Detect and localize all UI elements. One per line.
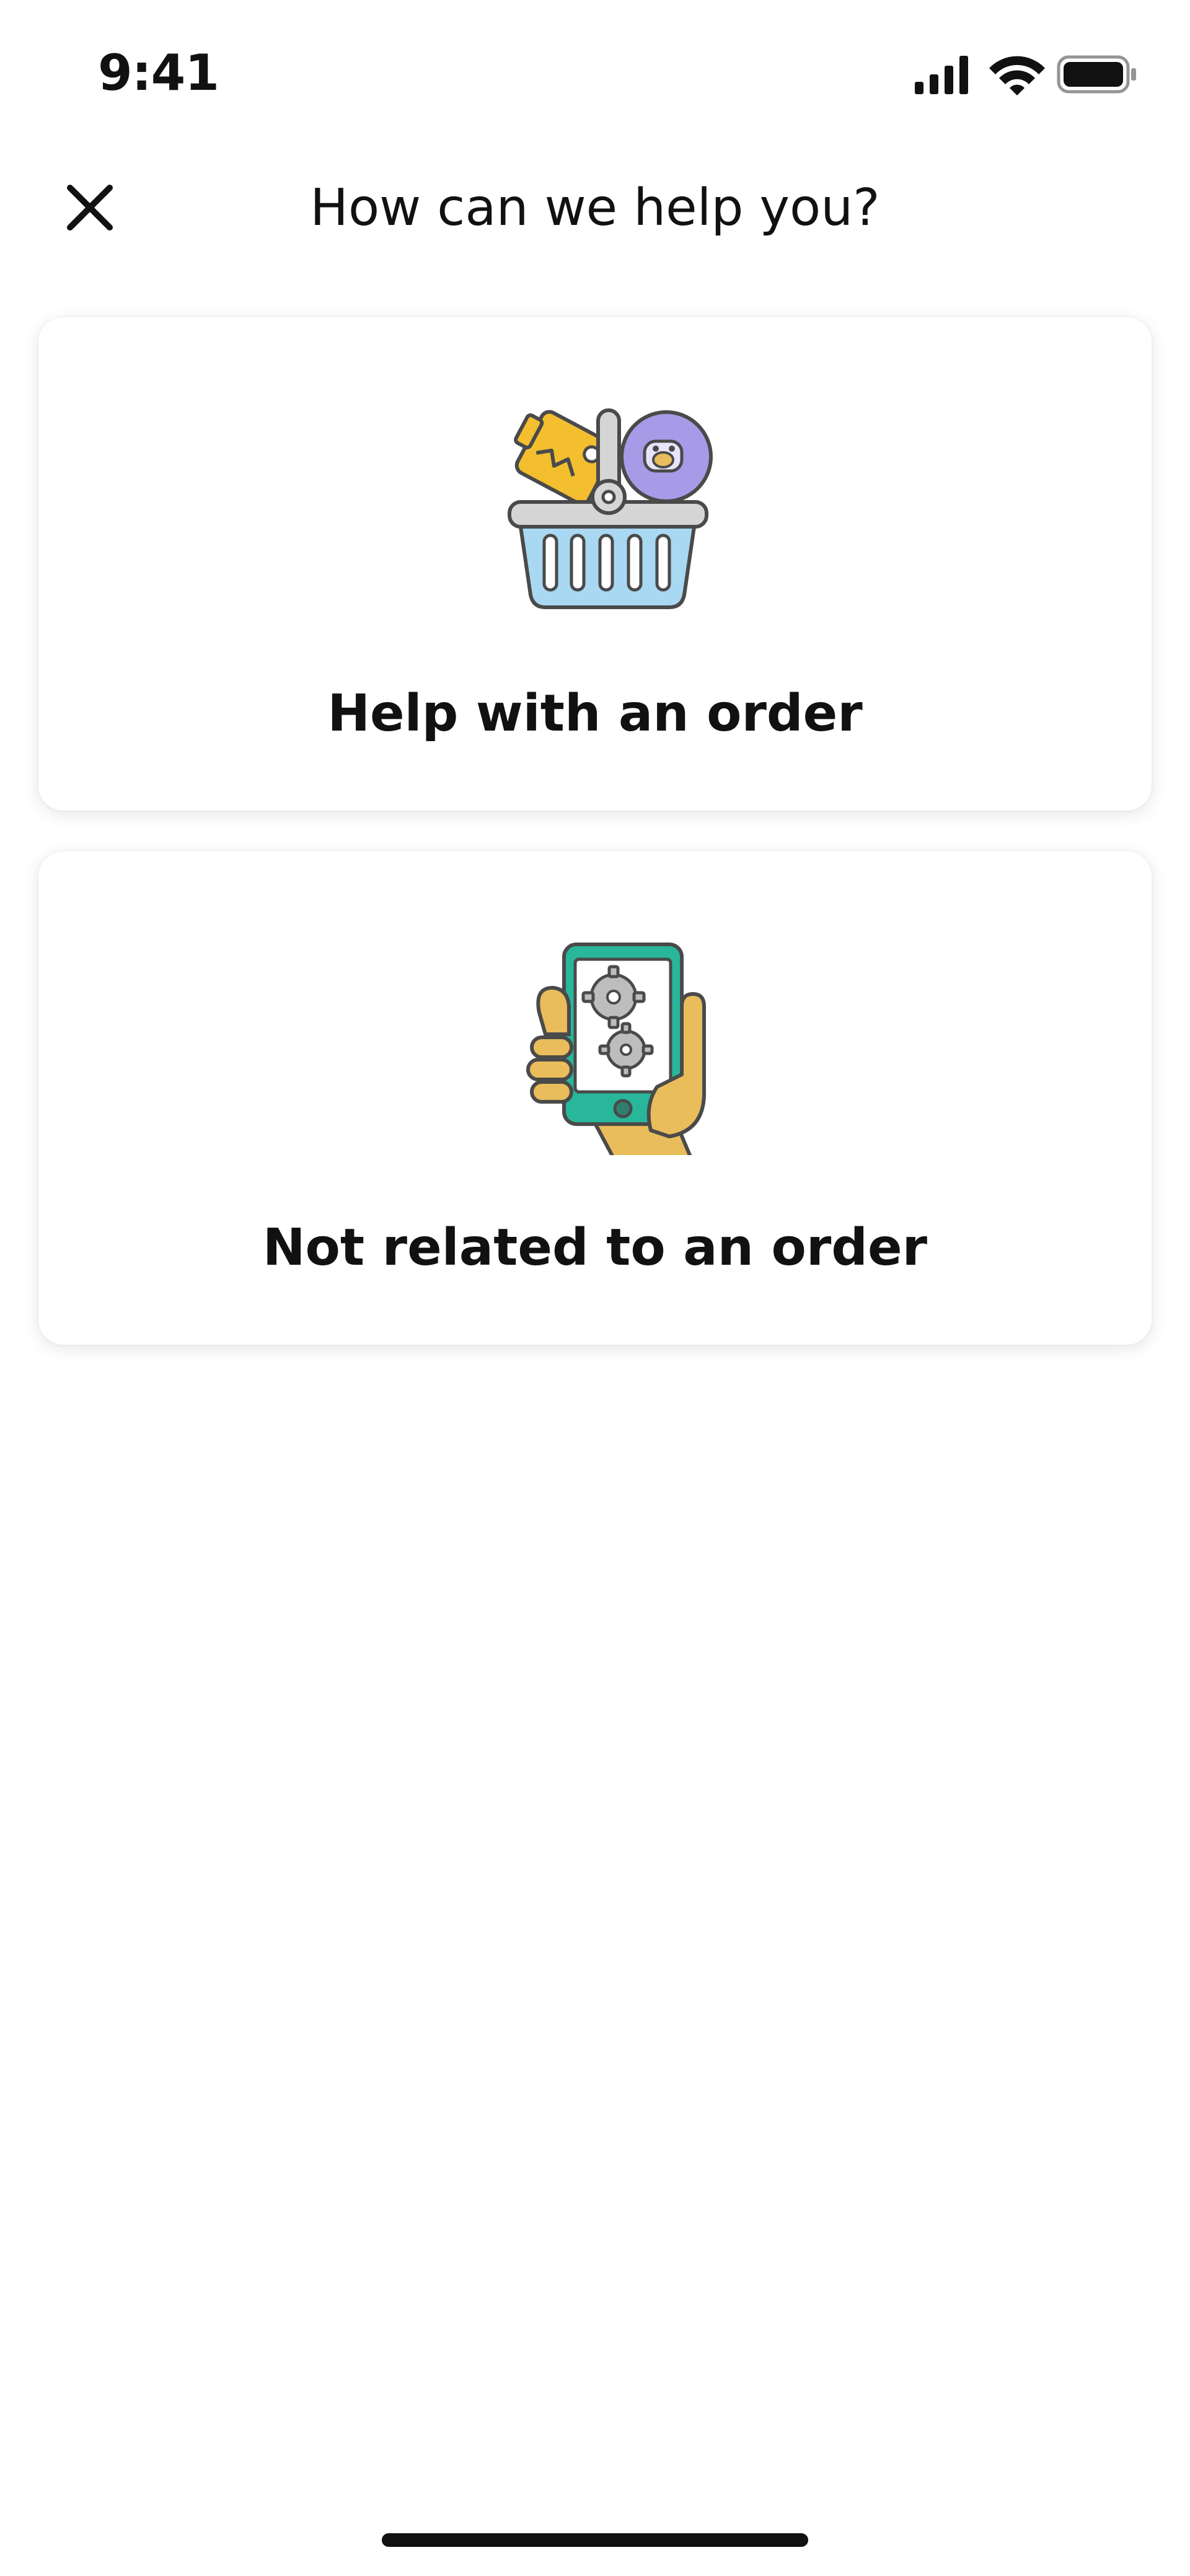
not-related-to-order-label: Not related to an order	[262, 1218, 928, 1277]
home-indicator[interactable]	[382, 2533, 808, 2547]
not-related-to-order-card[interactable]: Not related to an order	[38, 851, 1152, 1345]
status-icons	[896, 51, 1144, 97]
phone-in-hand-icon	[496, 932, 719, 1160]
shopping-basket-icon	[496, 398, 719, 621]
help-with-order-label: Help with an order	[327, 684, 863, 743]
help-with-order-card[interactable]: Help with an order	[38, 317, 1152, 811]
status-bar: 9:41	[0, 0, 1190, 143]
page-title: How can we help you?	[310, 178, 880, 237]
header: How can we help you?	[0, 155, 1190, 266]
cellular-signal-icon	[915, 56, 968, 94]
status-time: 9:41	[98, 44, 219, 102]
battery-icon	[1057, 55, 1136, 94]
wifi-icon	[989, 56, 1045, 95]
